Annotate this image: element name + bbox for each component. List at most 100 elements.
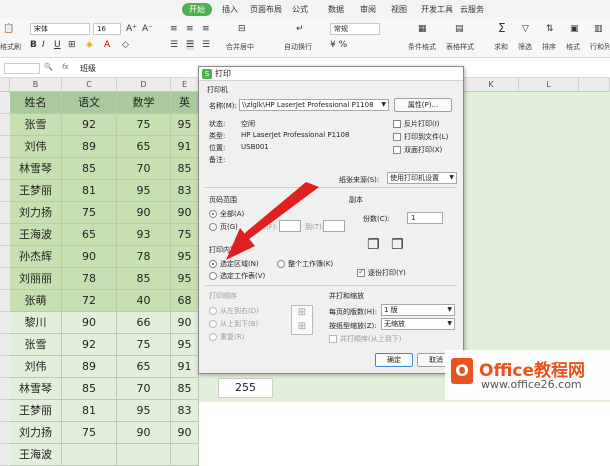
font-shrink-icon[interactable]: A⁻	[142, 24, 153, 34]
row-header[interactable]	[0, 92, 10, 114]
col-header-l[interactable]: L	[519, 78, 579, 92]
merge-label[interactable]: 合并居中	[226, 42, 254, 52]
repeat-radio[interactable]	[209, 333, 217, 341]
row-header[interactable]	[0, 356, 10, 378]
italic-icon[interactable]: I	[42, 40, 45, 50]
table-cell[interactable]: 90	[62, 312, 117, 334]
table-cell[interactable]: 王梦丽	[10, 180, 62, 202]
left-to-right-label[interactable]: 从左到右(D)	[220, 306, 259, 316]
row-header[interactable]	[0, 312, 10, 334]
extra-cell[interactable]: 255	[218, 378, 273, 398]
row-header[interactable]	[0, 224, 10, 246]
table-cell[interactable]: 78	[117, 246, 171, 268]
currency-icon[interactable]: ¥ %	[330, 40, 347, 50]
table-cell[interactable]: 林雪琴	[10, 158, 62, 180]
table-cell[interactable]: 75	[62, 422, 117, 444]
row-header[interactable]	[0, 422, 10, 444]
align-top-icon[interactable]: ≡	[170, 24, 178, 34]
header-cell[interactable]: 英	[171, 92, 199, 114]
table-cell[interactable]: 85	[171, 378, 199, 400]
repeat-label[interactable]: 重复(R)	[220, 332, 244, 342]
table-cell[interactable]: 90	[171, 422, 199, 444]
left-to-right-radio[interactable]	[209, 307, 217, 315]
format-label[interactable]: 格式	[566, 42, 580, 52]
table-cell[interactable]: 83	[171, 180, 199, 202]
print-to-file-checkbox[interactable]	[393, 133, 401, 141]
table-cell[interactable]: 92	[62, 114, 117, 136]
table-cell[interactable]: 81	[62, 400, 117, 422]
table-cell[interactable]: 刘伟	[10, 136, 62, 158]
top-to-bottom-radio[interactable]	[209, 320, 217, 328]
header-cell[interactable]: 姓名	[10, 92, 62, 114]
table-cell[interactable]: 65	[117, 136, 171, 158]
filter-icon[interactable]: ▽	[522, 24, 529, 34]
table-cell[interactable]: 张萌	[10, 290, 62, 312]
sum-icon[interactable]: Σ	[498, 22, 506, 34]
align-middle-icon[interactable]: ≡	[186, 24, 194, 34]
all-pages-radio[interactable]	[209, 210, 217, 218]
merge-icon[interactable]: ⊟	[238, 24, 246, 34]
merge-order-checkbox[interactable]	[329, 335, 337, 343]
table-cell[interactable]: 王海波	[10, 444, 62, 466]
align-bottom-icon[interactable]: ≡	[202, 24, 210, 34]
col-header-k[interactable]: K	[464, 78, 519, 92]
col-header-e[interactable]: E	[171, 78, 199, 92]
table-cell[interactable]: 65	[117, 356, 171, 378]
to-page-input[interactable]	[323, 220, 345, 232]
table-cell[interactable]: 95	[171, 246, 199, 268]
table-cell[interactable]: 90	[171, 202, 199, 224]
whole-workbook-label[interactable]: 整个工作簿(K)	[288, 259, 333, 269]
row-header[interactable]	[0, 400, 10, 422]
table-cell[interactable]: 95	[171, 114, 199, 136]
scale-select[interactable]: 无缩放 ▼	[381, 318, 455, 330]
table-style-label[interactable]: 表格样式	[446, 42, 474, 52]
table-cell[interactable]: 刘力扬	[10, 422, 62, 444]
name-box[interactable]	[4, 63, 40, 74]
table-cell[interactable]: 刘力扬	[10, 202, 62, 224]
table-cell[interactable]: 95	[171, 334, 199, 356]
align-center-icon[interactable]: ☰	[186, 40, 195, 50]
clear-icon[interactable]: ◇	[122, 40, 129, 50]
reverse-print-checkbox[interactable]	[393, 120, 401, 128]
table-cell[interactable]: 72	[62, 290, 117, 312]
tab-developer[interactable]: 开发工具	[421, 4, 453, 15]
printer-select[interactable]: \\zlglk\HP LaserJet Professional P1108 ▼	[239, 99, 389, 111]
top-to-bottom-label[interactable]: 从上到下(B)	[220, 319, 258, 329]
tab-review[interactable]: 审阅	[360, 4, 376, 15]
col-header-c[interactable]: C	[62, 78, 117, 92]
table-cell[interactable]: 95	[117, 180, 171, 202]
table-cell[interactable]: 93	[117, 224, 171, 246]
table-cell[interactable]: 90	[171, 312, 199, 334]
selected-sheets-label[interactable]: 选定工作表(V)	[220, 271, 265, 281]
col-header-d[interactable]: D	[117, 78, 171, 92]
table-cell[interactable]: 70	[117, 158, 171, 180]
row-header[interactable]	[0, 136, 10, 158]
table-cell[interactable]	[62, 444, 117, 466]
font-name-select[interactable]: 宋体	[30, 23, 90, 35]
table-cell[interactable]: 90	[117, 202, 171, 224]
table-cell[interactable]	[171, 444, 199, 466]
selected-sheets-radio[interactable]	[209, 272, 217, 280]
tab-insert[interactable]: 插入	[222, 4, 238, 15]
table-cell[interactable]: 70	[117, 378, 171, 400]
table-cell[interactable]: 75	[117, 114, 171, 136]
table-cell[interactable]: 林雪琴	[10, 378, 62, 400]
print-to-file-label[interactable]: 打印到文件(L)	[404, 132, 448, 142]
rowcol-label[interactable]: 行和列	[590, 42, 610, 52]
row-header[interactable]	[0, 444, 10, 466]
row-header[interactable]	[0, 334, 10, 356]
filter-label[interactable]: 筛选	[518, 42, 532, 52]
corner-cell[interactable]	[0, 78, 10, 92]
table-cell[interactable]	[117, 444, 171, 466]
wrap-label[interactable]: 自动换行	[284, 42, 312, 52]
table-cell[interactable]: 75	[62, 202, 117, 224]
font-grow-icon[interactable]: A⁺	[126, 24, 137, 34]
pages-per-sheet-select[interactable]: 1 版 ▼	[381, 304, 455, 316]
tab-page-layout[interactable]: 页面布局	[250, 4, 282, 15]
paper-source-select[interactable]: 使用打印机设置 ▼	[387, 172, 457, 184]
table-cell[interactable]: 85	[171, 158, 199, 180]
row-header[interactable]	[0, 114, 10, 136]
table-cell[interactable]: 83	[171, 400, 199, 422]
table-cell[interactable]: 王梦丽	[10, 400, 62, 422]
table-cell[interactable]: 91	[171, 356, 199, 378]
